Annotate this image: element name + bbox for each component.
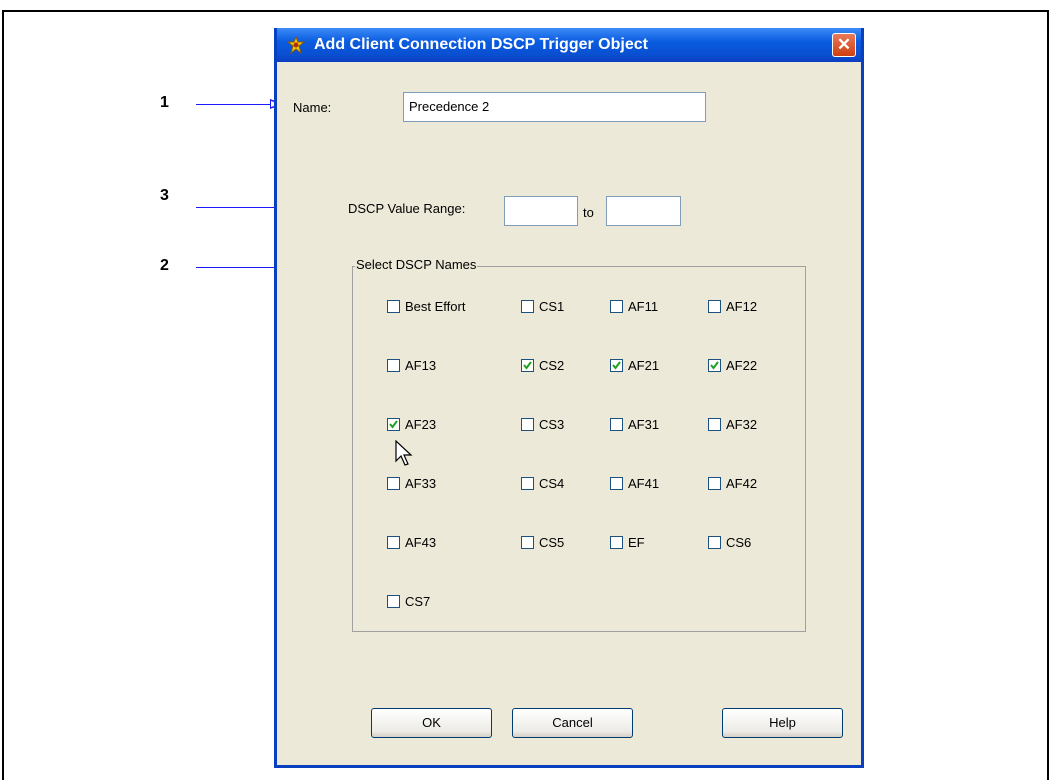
checkbox-label: CS2 bbox=[539, 358, 565, 373]
checkbox-checked-icon[interactable] bbox=[521, 359, 534, 372]
checkbox-unchecked-icon[interactable] bbox=[708, 536, 721, 549]
dscp-range-label: DSCP Value Range: bbox=[348, 201, 466, 216]
checkbox-cs2[interactable]: CS2 bbox=[521, 358, 564, 373]
shield-icon bbox=[287, 36, 305, 54]
checkbox-label: AF41 bbox=[628, 476, 660, 491]
range-to-label: to bbox=[583, 205, 594, 220]
checkbox-af43[interactable]: AF43 bbox=[387, 535, 436, 550]
checkbox-unchecked-icon[interactable] bbox=[521, 300, 534, 313]
checkbox-af31[interactable]: AF31 bbox=[610, 417, 659, 432]
checkbox-unchecked-icon[interactable] bbox=[610, 300, 623, 313]
title-bar[interactable]: Add Client Connection DSCP Trigger Objec… bbox=[277, 28, 861, 62]
checkbox-af42[interactable]: AF42 bbox=[708, 476, 757, 491]
checkbox-label: CS6 bbox=[726, 535, 752, 550]
checkbox-checked-icon[interactable] bbox=[708, 359, 721, 372]
checkbox-af11[interactable]: AF11 bbox=[610, 299, 658, 314]
checkbox-af23[interactable]: AF23 bbox=[387, 417, 436, 432]
mouse-pointer-icon bbox=[395, 440, 413, 466]
checkbox-unchecked-icon[interactable] bbox=[387, 477, 400, 490]
checkbox-checked-icon[interactable] bbox=[387, 418, 400, 431]
checkbox-af21[interactable]: AF21 bbox=[610, 358, 659, 373]
checkbox-label: CS1 bbox=[539, 299, 565, 314]
name-label: Name: bbox=[293, 100, 332, 115]
checkbox-best-effort[interactable]: Best Effort bbox=[387, 299, 465, 314]
checkbox-af22[interactable]: AF22 bbox=[708, 358, 757, 373]
checkbox-af33[interactable]: AF33 bbox=[387, 476, 436, 491]
checkbox-af32[interactable]: AF32 bbox=[708, 417, 757, 432]
checkbox-label: AF13 bbox=[405, 358, 437, 373]
checkbox-unchecked-icon[interactable] bbox=[708, 477, 721, 490]
checkbox-unchecked-icon[interactable] bbox=[387, 300, 400, 313]
checkbox-af41[interactable]: AF41 bbox=[610, 476, 659, 491]
dscp-trigger-dialog: Add Client Connection DSCP Trigger Objec… bbox=[274, 28, 864, 768]
callout-number-3: 3 bbox=[160, 187, 169, 204]
dscp-names-group-title: Select DSCP Names bbox=[355, 257, 478, 272]
checkbox-label: AF33 bbox=[405, 476, 437, 491]
checkbox-unchecked-icon[interactable] bbox=[387, 536, 400, 549]
ok-button[interactable]: OK bbox=[371, 708, 492, 738]
name-input[interactable]: Precedence 2 bbox=[403, 92, 706, 122]
close-button[interactable]: ✕ bbox=[832, 33, 856, 57]
checkbox-unchecked-icon[interactable] bbox=[708, 418, 721, 431]
checkbox-unchecked-icon[interactable] bbox=[387, 595, 400, 608]
checkbox-ef[interactable]: EF bbox=[610, 535, 645, 550]
checkbox-unchecked-icon[interactable] bbox=[610, 418, 623, 431]
callout-number-2: 2 bbox=[160, 257, 169, 274]
checkbox-unchecked-icon[interactable] bbox=[521, 536, 534, 549]
checkbox-cs7[interactable]: CS7 bbox=[387, 594, 430, 609]
checkbox-label: AF22 bbox=[726, 358, 758, 373]
checkbox-cs4[interactable]: CS4 bbox=[521, 476, 564, 491]
checkbox-label: CS3 bbox=[539, 417, 565, 432]
range-to-input[interactable] bbox=[606, 196, 681, 226]
checkbox-af12[interactable]: AF12 bbox=[708, 299, 757, 314]
checkbox-unchecked-icon[interactable] bbox=[521, 418, 534, 431]
callout-number-1: 1 bbox=[160, 94, 169, 111]
checkbox-label: CS4 bbox=[539, 476, 565, 491]
checkbox-unchecked-icon[interactable] bbox=[610, 536, 623, 549]
checkbox-label: AF32 bbox=[726, 417, 758, 432]
callout-arrow-1 bbox=[196, 104, 272, 105]
checkbox-af13[interactable]: AF13 bbox=[387, 358, 436, 373]
checkbox-label: AF21 bbox=[628, 358, 660, 373]
dscp-names-group bbox=[352, 266, 806, 632]
checkbox-label: CS7 bbox=[405, 594, 431, 609]
checkbox-label: AF11 bbox=[628, 299, 659, 314]
checkbox-checked-icon[interactable] bbox=[610, 359, 623, 372]
checkbox-label: EF bbox=[628, 535, 645, 550]
checkbox-label: AF12 bbox=[726, 299, 758, 314]
checkbox-unchecked-icon[interactable] bbox=[610, 477, 623, 490]
close-icon: ✕ bbox=[836, 35, 852, 54]
checkbox-label: CS5 bbox=[539, 535, 565, 550]
help-button[interactable]: Help bbox=[722, 708, 843, 738]
cancel-button[interactable]: Cancel bbox=[512, 708, 633, 738]
checkbox-label: AF31 bbox=[628, 417, 660, 432]
checkbox-label: Best Effort bbox=[405, 299, 466, 314]
checkbox-label: AF42 bbox=[726, 476, 758, 491]
range-from-input[interactable] bbox=[504, 196, 578, 226]
checkbox-cs5[interactable]: CS5 bbox=[521, 535, 564, 550]
checkbox-cs1[interactable]: CS1 bbox=[521, 299, 564, 314]
checkbox-label: AF23 bbox=[405, 417, 437, 432]
dialog-title: Add Client Connection DSCP Trigger Objec… bbox=[314, 36, 648, 53]
checkbox-unchecked-icon[interactable] bbox=[708, 300, 721, 313]
checkbox-cs3[interactable]: CS3 bbox=[521, 417, 564, 432]
checkbox-unchecked-icon[interactable] bbox=[387, 359, 400, 372]
checkbox-label: AF43 bbox=[405, 535, 437, 550]
checkbox-cs6[interactable]: CS6 bbox=[708, 535, 751, 550]
checkbox-unchecked-icon[interactable] bbox=[521, 477, 534, 490]
